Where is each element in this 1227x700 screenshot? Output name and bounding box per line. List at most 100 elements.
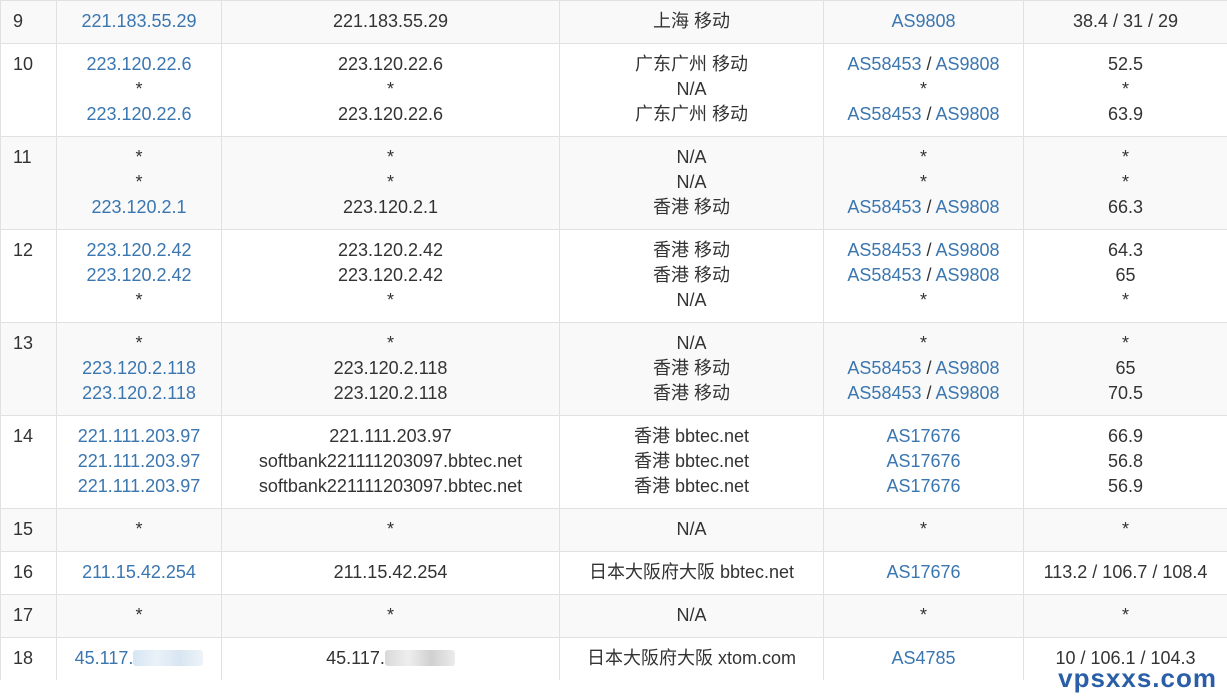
ip-link[interactable]: 223.120.22.6 (61, 52, 217, 77)
asn-link[interactable]: AS17676 (886, 562, 960, 582)
asn-link[interactable]: AS9808 (936, 265, 1000, 285)
asn-link[interactable]: AS58453 (847, 104, 921, 124)
hostname: 223.120.2.118 (333, 358, 448, 378)
timeout-marker: * (135, 333, 143, 353)
asn-link[interactable]: AS9808 (936, 240, 1000, 260)
ip-link[interactable]: 223.120.2.42 (61, 238, 217, 263)
ip-link[interactable]: 221.111.203.97 (61, 424, 217, 449)
timeout-marker: * (135, 172, 143, 192)
timeout-marker: * (135, 290, 143, 310)
latency-cell: 64.3 65 * (1023, 229, 1227, 323)
latency-value: * (1121, 147, 1129, 167)
ip-link[interactable]: 221.111.203.97 (61, 449, 217, 474)
asn-line: * (828, 145, 1019, 170)
location: 香港 移动 (652, 383, 730, 403)
latency-value: 63.9 (1107, 104, 1144, 124)
hostname-cell: 223.120.2.42 223.120.2.42 * (221, 229, 560, 323)
hop-number: 14 (0, 415, 57, 509)
asn-link[interactable]: AS17676 (886, 426, 960, 446)
asn-line: AS17676 (828, 449, 1019, 474)
latency-cell: * (1023, 508, 1227, 552)
latency-value: 113.2 / 106.7 / 108.4 (1043, 562, 1208, 582)
asn-cell: AS58453 / AS9808 AS58453 / AS9808 * (823, 229, 1024, 323)
latency-value: 56.8 (1107, 451, 1144, 471)
redacted-mask (133, 650, 204, 666)
asn-link[interactable]: AS58453 (847, 240, 921, 260)
asn-link[interactable]: AS58453 (847, 54, 921, 74)
location: N/A (676, 172, 707, 192)
location: 香港 bbtec.net (633, 476, 750, 496)
table-row: 14 221.111.203.97 221.111.203.97 221.111.20… (0, 415, 1227, 509)
hostname: 223.120.2.1 (342, 197, 439, 217)
asn-separator: / (921, 104, 936, 124)
timeout-marker: * (135, 79, 143, 99)
asn-link[interactable]: AS9808 (936, 104, 1000, 124)
ip-link[interactable]: 223.120.2.1 (61, 195, 217, 220)
latency-value: 38.4 / 31 / 29 (1072, 11, 1179, 31)
timeout-marker: * (386, 79, 394, 99)
hostname-cell: * * 223.120.2.1 (221, 136, 560, 230)
asn-link[interactable]: AS9808 (891, 11, 955, 31)
latency-cell: * * 66.3 (1023, 136, 1227, 230)
timeout-marker: * (386, 519, 394, 539)
asn-link[interactable]: AS17676 (886, 451, 960, 471)
asn-line: * (828, 288, 1019, 313)
location-cell: N/A N/A 香港 移动 (559, 136, 824, 230)
hostname-cell: 45.117. (221, 637, 560, 680)
timeout-marker: * (919, 172, 927, 192)
ip-link[interactable]: 223.120.2.118 (61, 356, 217, 381)
asn-separator: / (921, 240, 936, 260)
latency-value: * (1121, 333, 1129, 353)
ip-cell: * (56, 508, 222, 552)
location-cell: 日本大阪府大阪 bbtec.net (559, 551, 824, 595)
location-cell: 香港 移动 香港 移动 N/A (559, 229, 824, 323)
latency-value: 66.3 (1107, 197, 1144, 217)
table-row: 15 * * N/A * * (0, 508, 1227, 552)
timeout-marker: * (386, 333, 394, 353)
latency-cell: * (1023, 594, 1227, 638)
timeout-marker: * (919, 519, 927, 539)
table-row: 17 * * N/A * * (0, 594, 1227, 638)
asn-cell: AS17676 (823, 551, 1024, 595)
hostname: softbank221111203097.bbtec.net (258, 476, 523, 496)
ip-link[interactable]: 221.111.203.97 (61, 474, 217, 499)
timeout-marker: * (135, 519, 143, 539)
asn-link[interactable]: AS9808 (936, 358, 1000, 378)
asn-link[interactable]: AS58453 (847, 358, 921, 378)
asn-link[interactable]: AS4785 (891, 648, 955, 668)
location: 上海 移动 (652, 11, 730, 31)
asn-link[interactable]: AS9808 (936, 383, 1000, 403)
hostname: 223.120.22.6 (337, 104, 444, 124)
latency-value: * (1121, 605, 1129, 625)
asn-link[interactable]: AS58453 (847, 383, 921, 403)
asn-separator: / (921, 197, 936, 217)
asn-link[interactable]: AS9808 (936, 54, 1000, 74)
ip-link[interactable]: 211.15.42.254 (61, 560, 217, 585)
location: 日本大阪府大阪 bbtec.net (588, 562, 795, 582)
ip-cell: 223.120.22.6 * 223.120.22.6 (56, 43, 222, 137)
location: N/A (676, 519, 707, 539)
latency-value: 65 (1115, 358, 1136, 378)
latency-value: 52.5 (1107, 54, 1144, 74)
ip-link[interactable]: 223.120.2.118 (61, 381, 217, 406)
asn-line: AS17676 (828, 424, 1019, 449)
asn-line: * (828, 603, 1019, 628)
asn-line: AS58453 / AS9808 (828, 263, 1019, 288)
timeout-marker: * (386, 172, 394, 192)
asn-line: AS17676 (828, 560, 1019, 585)
asn-link[interactable]: AS58453 (847, 197, 921, 217)
ip-link[interactable]: 221.183.55.29 (61, 9, 217, 34)
ip-link[interactable]: 223.120.22.6 (61, 102, 217, 127)
latency-cell: * 65 70.5 (1023, 322, 1227, 416)
asn-link[interactable]: AS9808 (936, 197, 1000, 217)
asn-line: * (828, 77, 1019, 102)
latency-value: * (1121, 172, 1129, 192)
latency-cell: 38.4 / 31 / 29 (1023, 0, 1227, 44)
hostname: 223.120.22.6 (337, 54, 444, 74)
ip-link[interactable]: 45.117. (61, 646, 217, 671)
asn-link[interactable]: AS58453 (847, 265, 921, 285)
asn-link[interactable]: AS17676 (886, 476, 960, 496)
hostname-cell: 221.111.203.97 softbank221111203097.bbtec… (221, 415, 560, 509)
ip-link[interactable]: 223.120.2.42 (61, 263, 217, 288)
asn-line: AS58453 / AS9808 (828, 238, 1019, 263)
